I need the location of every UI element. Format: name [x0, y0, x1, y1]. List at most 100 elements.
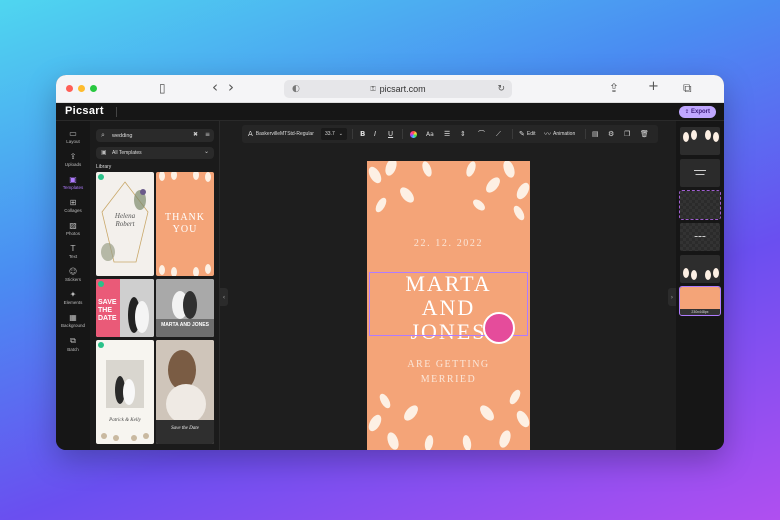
page-thumbnail[interactable]	[680, 127, 720, 155]
template-category-select[interactable]: ▣ All Templates ⌄	[96, 147, 214, 159]
collapse-left-panel-button[interactable]: ‹	[220, 288, 228, 306]
sidebar-icon[interactable]: ▯	[159, 81, 166, 95]
premium-badge	[98, 281, 104, 287]
thumb-text: THE	[98, 307, 112, 314]
color-wheel-icon	[410, 130, 417, 138]
chevron-down-icon: ⌄	[203, 148, 209, 155]
rail-item-collages[interactable]: ⊞ Collages	[56, 198, 90, 213]
page-thumbnail[interactable]: ▬▬▬▬ ▬▬▬	[680, 159, 720, 187]
lock-icon: ⚿	[370, 84, 376, 93]
back-icon[interactable]: ‹	[212, 78, 218, 96]
template-thumbnail[interactable]: THANK YOU	[156, 172, 214, 276]
rail-item-text[interactable]: T Text	[56, 244, 90, 259]
rail-label: Templates	[62, 185, 84, 190]
text-toolbar: A BaskervilleMTStd-Regular 33.7 ⌄ B I U …	[242, 125, 658, 143]
library-heading: Library	[96, 164, 112, 170]
divider	[512, 129, 513, 139]
search-value: wedding	[112, 132, 133, 139]
page-thumbnail[interactable]	[680, 255, 720, 283]
text-effects-icon[interactable]: ⟋	[496, 125, 501, 143]
bold-button[interactable]: B	[360, 125, 365, 143]
rail-item-layout[interactable]: ▭ Layout	[56, 129, 90, 144]
underline-button[interactable]: U	[388, 125, 393, 143]
animation-button[interactable]: 〰 Animation	[544, 125, 575, 143]
collapse-right-panel-button[interactable]: ›	[668, 288, 676, 306]
new-tab-icon[interactable]: +	[648, 79, 659, 94]
close-window-button[interactable]	[66, 85, 73, 92]
rail-item-photos[interactable]: ▨ Photos	[56, 221, 90, 236]
text-color-button[interactable]	[410, 125, 417, 143]
thumb-text: MARTA AND JONES	[161, 322, 209, 328]
wedding-date[interactable]: 22. 12. 2022	[367, 238, 530, 249]
text-icon: T	[70, 244, 76, 253]
collages-icon: ⊞	[69, 198, 77, 207]
thumb-text: Helena	[114, 212, 136, 220]
rail-item-background[interactable]: ▦ Background	[56, 313, 90, 328]
design-canvas[interactable]: 22. 12. 2022 MARTA AND JONES ARE GETTING…	[367, 161, 530, 450]
line-spacing-icon[interactable]: ⇕	[460, 125, 466, 143]
filter-icon[interactable]: ≡	[205, 131, 210, 138]
pink-circle-shape[interactable]	[483, 312, 515, 344]
thumb-text: Save the Date	[171, 426, 199, 431]
curve-text-icon[interactable]: ⌒	[478, 125, 485, 143]
font-icon: A	[248, 130, 253, 138]
reload-icon[interactable]: ↻	[497, 84, 505, 94]
template-thumbnail[interactable]: SAVE THE DATE	[96, 279, 154, 337]
browser-window: ▯ ‹ › ◐ ⚿ picsart.com ↻ ⇪ + ⧉ Picsart ⇪ …	[56, 75, 724, 450]
minimize-window-button[interactable]	[78, 85, 85, 92]
rail-label: Elements	[63, 300, 83, 305]
trash-icon[interactable]: 🗑	[640, 125, 649, 143]
address-bar[interactable]: ◐ ⚿ picsart.com ↻	[284, 80, 512, 98]
divider	[402, 129, 403, 139]
batch-icon: ⧉	[70, 336, 76, 345]
font-size-select[interactable]: 33.7 ⌄	[321, 128, 347, 140]
stickers-icon: ☺	[68, 267, 78, 276]
rail-item-stickers[interactable]: ☺ Stickers	[56, 267, 90, 282]
template-thumbnail[interactable]: Patrick & Kelly	[96, 340, 154, 444]
templates-icon: ▣	[101, 149, 107, 156]
rail-item-batch[interactable]: ⧉ Batch	[56, 336, 90, 352]
shield-icon[interactable]: ◐	[292, 84, 300, 94]
page-size-label: 230x448px	[680, 309, 720, 315]
left-tool-rail: ▭ Layout ⇪ Uploads ▣ Templates ⊞ Collages ▨ P…	[56, 121, 90, 450]
share-icon[interactable]: ⇪	[609, 81, 619, 95]
arrange-icon[interactable]: ▤	[592, 125, 599, 143]
export-button[interactable]: ⇪ Export	[678, 106, 716, 118]
font-family-value: BaskervilleMTStd-Regular	[255, 131, 314, 137]
thumb-text: YOU	[172, 224, 198, 235]
templates-panel: ⌕ wedding ✖ ≡ ▣ All Templates ⌄ Library …	[90, 121, 220, 450]
page-thumbnail-active[interactable]: 230x448px	[679, 286, 721, 316]
rail-label: Background	[60, 323, 86, 328]
template-thumbnail[interactable]: Save the Date	[156, 340, 214, 444]
rail-label: Stickers	[64, 277, 81, 282]
align-center-icon[interactable]: ☰	[444, 125, 450, 143]
font-family-select[interactable]: A BaskervilleMTStd-Regular	[248, 125, 314, 143]
rail-label: Layout	[66, 139, 80, 144]
page-thumbnail[interactable]: ▬ ▬ ▬	[680, 223, 720, 251]
tabs-overview-icon[interactable]: ⧉	[683, 81, 692, 96]
thumb-text: THANK	[165, 212, 205, 223]
text-case-button[interactable]: Aa	[426, 125, 434, 143]
thumb-text: Patrick & Kelly	[109, 418, 141, 423]
template-thumbnail[interactable]: MARTA AND JONES	[156, 279, 214, 337]
page-thumbnail[interactable]	[679, 190, 721, 220]
duplicate-icon[interactable]: ❐	[624, 125, 630, 143]
subtitle-line[interactable]: MERRIED	[367, 373, 530, 387]
rail-item-templates[interactable]: ▣ Templates	[56, 175, 90, 190]
settings-icon[interactable]: ⚙	[608, 125, 614, 143]
clear-search-icon[interactable]: ✖	[193, 131, 198, 138]
edit-button[interactable]: ✎ Edit	[519, 125, 536, 143]
picsart-logo[interactable]: Picsart	[65, 105, 104, 117]
rail-label: Photos	[65, 231, 80, 236]
rail-item-elements[interactable]: ✦ Elements	[56, 290, 90, 305]
template-thumbnail[interactable]: Helena Robert	[96, 172, 154, 276]
search-input[interactable]: ⌕ wedding ✖ ≡	[96, 129, 214, 142]
page-preview-text: ▬ ▬ ▬	[694, 234, 706, 238]
maximize-window-button[interactable]	[90, 85, 97, 92]
couple-photo	[120, 279, 154, 337]
photos-icon: ▨	[69, 221, 77, 230]
rail-item-uploads[interactable]: ⇪ Uploads	[56, 152, 90, 167]
italic-button[interactable]: I	[374, 125, 376, 143]
subtitle-line[interactable]: ARE GETTING	[367, 358, 530, 372]
forward-icon[interactable]: ›	[228, 78, 234, 96]
